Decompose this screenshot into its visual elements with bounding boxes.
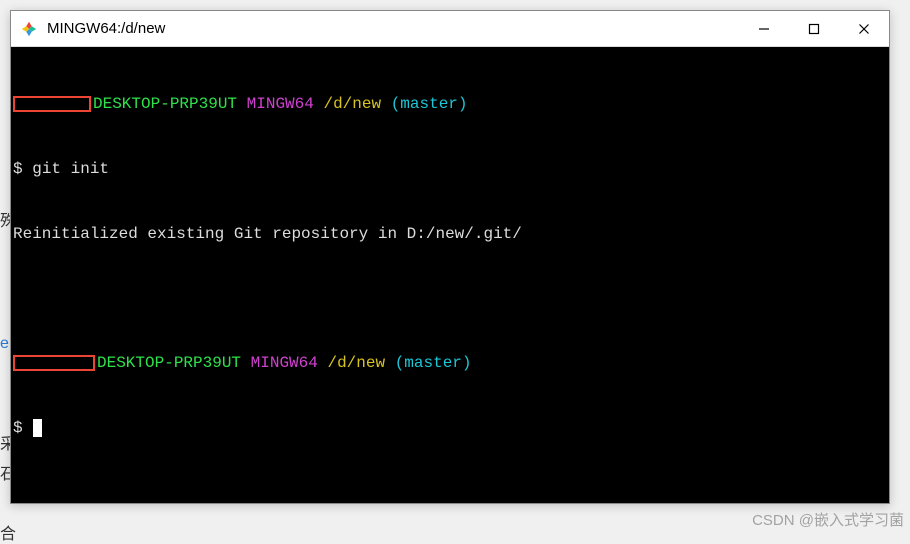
background-char: e <box>0 335 9 353</box>
close-button[interactable] <box>839 11 889 46</box>
dollar-prompt: $ <box>13 160 23 178</box>
redacted-username <box>13 96 91 113</box>
prompt-line-2: DESKTOP-PRP39UT MINGW64 /d/new (master) <box>13 353 883 375</box>
watermark: CSDN @嵌入式学习菌 <box>752 509 904 530</box>
prompt-host: MINGW64 <box>247 95 314 113</box>
terminal-body[interactable]: DESKTOP-PRP39UT MINGW64 /d/new (master) … <box>11 47 889 503</box>
command-text: git init <box>32 160 109 178</box>
minimize-button[interactable] <box>739 11 789 46</box>
prompt-user: DESKTOP-PRP39UT <box>93 95 237 113</box>
dollar-prompt: $ <box>13 419 23 437</box>
maximize-button[interactable] <box>789 11 839 46</box>
command-line-1: $ git init <box>13 159 883 181</box>
prompt-path: /d/new <box>327 354 385 372</box>
prompt-host: MINGW64 <box>251 354 318 372</box>
text-cursor <box>33 419 42 437</box>
app-icon <box>19 19 39 39</box>
prompt-branch: (master) <box>391 95 468 113</box>
output-text: Reinitialized existing Git repository in… <box>13 225 522 243</box>
prompt-line-1: DESKTOP-PRP39UT MINGW64 /d/new (master) <box>13 94 883 116</box>
window-controls <box>739 11 889 46</box>
command-line-2: $ <box>13 418 883 440</box>
prompt-branch: (master) <box>395 354 472 372</box>
prompt-path: /d/new <box>323 95 381 113</box>
output-line-1: Reinitialized existing Git repository in… <box>13 224 883 246</box>
blank-line <box>13 289 883 311</box>
titlebar[interactable]: MINGW64:/d/new <box>11 11 889 47</box>
terminal-window: MINGW64:/d/new DESKTOP-PRP39UT MINGW64 /… <box>10 10 890 504</box>
redacted-username <box>13 355 95 372</box>
window-title: MINGW64:/d/new <box>47 20 739 37</box>
background-char: 合 <box>0 520 16 544</box>
prompt-user: DESKTOP-PRP39UT <box>97 354 241 372</box>
